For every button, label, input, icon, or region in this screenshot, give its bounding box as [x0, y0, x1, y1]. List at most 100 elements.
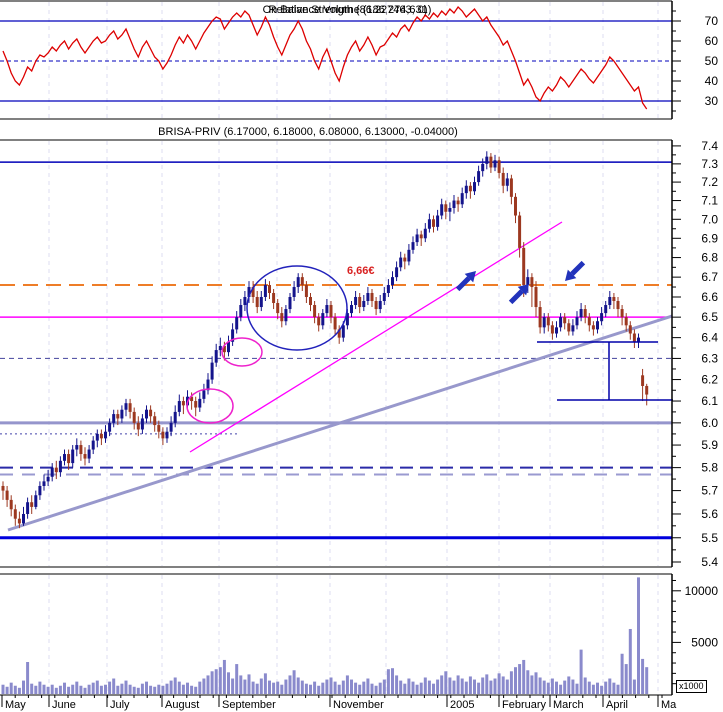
candle-body: [518, 215, 522, 248]
volume-bar: [456, 675, 460, 694]
candle-body: [194, 401, 198, 408]
candle-body: [530, 277, 534, 288]
volume-bar: [329, 677, 333, 694]
candle-body: [214, 350, 218, 363]
chart-canvas: 70 60 50 40 30 7.4 7.3 7.2 7.1 7.0 6.9 6.8 6.7 6.6 6.5…: [0, 0, 719, 711]
candle-body: [612, 296, 616, 302]
candle-body: [13, 509, 17, 519]
month-label: March: [553, 699, 584, 711]
candle-body: [452, 200, 456, 209]
candle-body: [304, 285, 308, 297]
volume-bar: [641, 658, 645, 694]
candle-body: [292, 287, 296, 297]
candle-body: [116, 414, 120, 419]
volume-bar: [30, 683, 34, 694]
volume-bar: [22, 680, 25, 694]
candle-body: [26, 502, 30, 514]
volume-bar: [157, 684, 161, 694]
volume-bar: [173, 677, 177, 694]
candle-body: [583, 309, 587, 318]
axes-layer: [0, 0, 681, 707]
candle-body: [46, 476, 50, 482]
volume-bar: [161, 685, 165, 694]
candle-body: [67, 454, 71, 464]
candle-body: [382, 292, 386, 302]
candle-body: [378, 301, 382, 310]
volume-bar: [42, 684, 46, 694]
volume-bar: [571, 679, 575, 694]
candle-body: [522, 247, 526, 286]
volume-y-label: 10000: [685, 584, 719, 598]
volume-bar: [124, 680, 128, 694]
volume-bar: [186, 682, 189, 694]
candle-body: [108, 422, 112, 432]
volume-bar: [214, 669, 218, 694]
volume-bar: [464, 681, 468, 694]
candle-body: [386, 285, 390, 293]
candle-body: [354, 296, 358, 306]
candle-body: [620, 309, 624, 318]
candle-body: [140, 418, 144, 430]
candle-body: [563, 317, 567, 324]
candle-body: [329, 305, 333, 318]
volume-bar: [309, 684, 312, 694]
volume-bar: [423, 677, 427, 694]
month-label: June: [52, 699, 76, 711]
candle-body: [468, 185, 472, 192]
candle-body: [534, 287, 538, 308]
candle-body: [637, 337, 640, 342]
volume-bar: [382, 679, 386, 694]
candle-body: [403, 257, 407, 262]
volume-bar: [149, 685, 153, 694]
volume-bar: [165, 683, 169, 694]
volume-y-label: 5000: [691, 635, 718, 649]
candle-body: [321, 313, 325, 326]
volume-bar: [419, 682, 423, 694]
month-label: July: [110, 699, 130, 711]
candle-body: [79, 445, 83, 455]
price-y-label: 5.9: [701, 438, 718, 452]
candle-body: [559, 317, 563, 328]
arrow-shaft: [508, 289, 524, 305]
volume-bar: [358, 684, 362, 694]
volume-bar: [95, 680, 99, 694]
candle-body: [489, 156, 493, 168]
candle-body: [427, 219, 431, 229]
volume-bar: [50, 684, 54, 694]
volume-bar: [378, 682, 382, 694]
price-y-label: 6.2: [701, 373, 718, 387]
candle-body: [514, 196, 517, 216]
candle-body: [95, 433, 99, 441]
candle-body: [509, 178, 513, 197]
price-y-label: 7.1: [701, 194, 718, 208]
candle-body: [493, 160, 497, 168]
price-y-label: 6.6: [701, 290, 718, 304]
breakout-step-1[interactable]: [186, 388, 234, 424]
gridlines-layer: [48, 2, 659, 694]
volume-bar: [169, 680, 173, 694]
price-y-label: 6.7: [701, 270, 718, 284]
volume-bar: [247, 674, 251, 694]
candle-body: [604, 305, 608, 314]
volume-bar: [292, 670, 296, 694]
volume-bar: [63, 682, 66, 694]
volume-bar: [637, 577, 640, 694]
candle-body: [407, 249, 411, 262]
candle-body: [280, 313, 284, 322]
volume-bar: [583, 677, 587, 694]
candle-body: [145, 409, 148, 419]
volume-bar: [333, 681, 337, 694]
candle-body: [181, 401, 185, 406]
price-y-label: 5.4: [701, 555, 718, 569]
volume-bar: [473, 679, 476, 694]
month-label: August: [165, 699, 199, 711]
candle-body: [313, 305, 317, 318]
annotations-layer[interactable]: [186, 260, 673, 424]
candle-body: [58, 460, 62, 473]
volume-bar: [509, 671, 513, 694]
candle-body: [481, 163, 485, 172]
volume-bar: [616, 684, 620, 694]
volume-bar: [432, 683, 435, 694]
volume-bar: [530, 675, 534, 694]
volume-bar: [505, 679, 509, 694]
